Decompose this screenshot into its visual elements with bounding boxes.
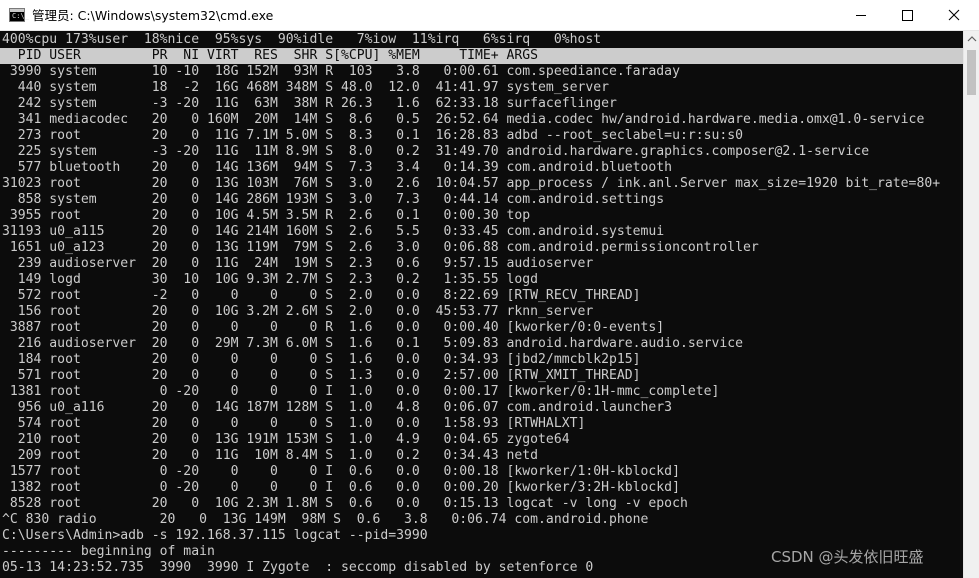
process-row: 31023 root 20 0 13G 103M 76M S 3.0 2.6 1…	[2, 176, 941, 191]
process-row: 156 root 20 0 10G 3.2M 2.6M S 2.0 0.0 45…	[2, 304, 594, 319]
process-row: 1381 root 0 -20 0 0 0 I 1.0 0.0 0:00.17 …	[2, 384, 720, 399]
process-row: 341 mediacodec 20 0 160M 20M 14M S 8.6 0…	[2, 112, 925, 127]
process-row: 3990 system 10 -10 18G 152M 93M R 103 3.…	[2, 64, 680, 79]
console-output[interactable]: 400%cpu 173%user 18%nice 95%sys 90%idle …	[0, 31, 963, 578]
scroll-thumb[interactable]	[967, 50, 976, 95]
process-row: 1651 u0_a123 20 0 13G 119M 79M S 2.6 3.0…	[2, 240, 759, 255]
process-row: 8528 root 20 0 10G 2.3M 1.8M S 0.6 0.0 0…	[2, 496, 688, 511]
process-row: 216 audioserver 20 0 29M 7.3M 6.0M S 1.6…	[2, 336, 744, 351]
process-row: 242 system -3 -20 11G 63M 38M R 26.3 1.6…	[2, 96, 617, 111]
minimize-icon	[856, 15, 866, 16]
close-button[interactable]	[930, 0, 979, 31]
cpu-summary-line: 400%cpu 173%user 18%nice 95%sys 90%idle …	[2, 32, 602, 47]
process-row: 858 system 20 0 14G 286M 193M S 3.0 7.3 …	[2, 192, 665, 207]
process-row: 1382 root 0 -20 0 0 0 I 0.6 0.0 0:00.20 …	[2, 480, 680, 495]
command-prompt-line: C:\Users\Admin>adb -s 192.168.37.115 log…	[2, 528, 428, 543]
process-row: 210 root 20 0 13G 191M 153M S 1.0 4.9 0:…	[2, 432, 570, 447]
minimize-button[interactable]	[838, 0, 884, 31]
process-row: 225 system -3 -20 11G 11M 8.9M S 8.0 0.2…	[2, 144, 870, 159]
process-row: 1577 root 0 -20 0 0 0 I 0.6 0.0 0:00.18 …	[2, 464, 680, 479]
process-row: 574 root 20 0 0 0 0 S 1.0 0.0 1:58.93 [R…	[2, 416, 586, 431]
logcat-entry-line: 05-13 14:23:52.735 3990 3990 I Zygote : …	[2, 560, 594, 575]
process-row: 3955 root 20 0 10G 4.5M 3.5M R 2.6 0.1 0…	[2, 208, 531, 223]
cmd-icon[interactable]: C:\_	[9, 8, 29, 22]
process-row: 31193 u0_a115 20 0 14G 214M 160M S 2.6 5…	[2, 224, 665, 239]
logcat-begin-line: --------- beginning of main	[2, 544, 215, 559]
process-row: ^C 830 radio 20 0 13G 149M 98M S 0.6 3.8…	[2, 512, 649, 527]
process-row: 571 root 20 0 0 0 0 S 1.3 0.0 2:57.00 [R…	[2, 368, 641, 383]
process-row: 572 root -2 0 0 0 0 S 2.0 0.0 8:22.69 [R…	[2, 288, 641, 303]
process-row: 239 audioserver 20 0 11G 24M 19M S 2.3 0…	[2, 256, 594, 271]
process-row: 209 root 20 0 11G 10M 8.4M S 1.0 0.2 0:3…	[2, 448, 539, 463]
process-row: 3887 root 20 0 0 0 0 R 1.6 0.0 0:00.40 […	[2, 320, 665, 335]
maximize-icon	[902, 10, 913, 21]
title-bar[interactable]: C:\_ 管理员: C:\Windows\system32\cmd.exe	[0, 0, 979, 31]
process-row: 273 root 20 0 11G 7.1M 5.0M S 8.3 0.1 16…	[2, 128, 744, 143]
cmd-window: C:\_ 管理员: C:\Windows\system32\cmd.exe 40…	[0, 0, 979, 578]
chevron-up-icon	[967, 36, 977, 42]
process-row: 577 bluetooth 20 0 14G 136M 94M S 7.3 3.…	[2, 160, 673, 175]
window-title: 管理员: C:\Windows\system32\cmd.exe	[32, 8, 274, 23]
maximize-button[interactable]	[884, 0, 930, 31]
watermark: CSDN @头发依旧旺盛	[771, 548, 924, 566]
vertical-scrollbar[interactable]	[963, 31, 979, 578]
process-row: 440 system 18 -2 16G 468M 348M S 48.0 12…	[2, 80, 609, 95]
process-row: 184 root 20 0 0 0 0 S 1.6 0.0 0:34.93 [j…	[2, 352, 641, 367]
close-icon	[948, 9, 960, 21]
process-row: 956 u0_a116 20 0 14G 187M 128M S 1.0 4.8…	[2, 400, 673, 415]
process-table-header: PID USER PR NI VIRT RES SHR S[%CPU] %MEM…	[0, 48, 963, 64]
scroll-up-button[interactable]	[964, 31, 979, 47]
cmd-icon-glyph: C:\_	[12, 12, 29, 20]
process-row: 149 logd 30 10 10G 9.3M 2.7M S 2.3 0.2 1…	[2, 272, 539, 287]
